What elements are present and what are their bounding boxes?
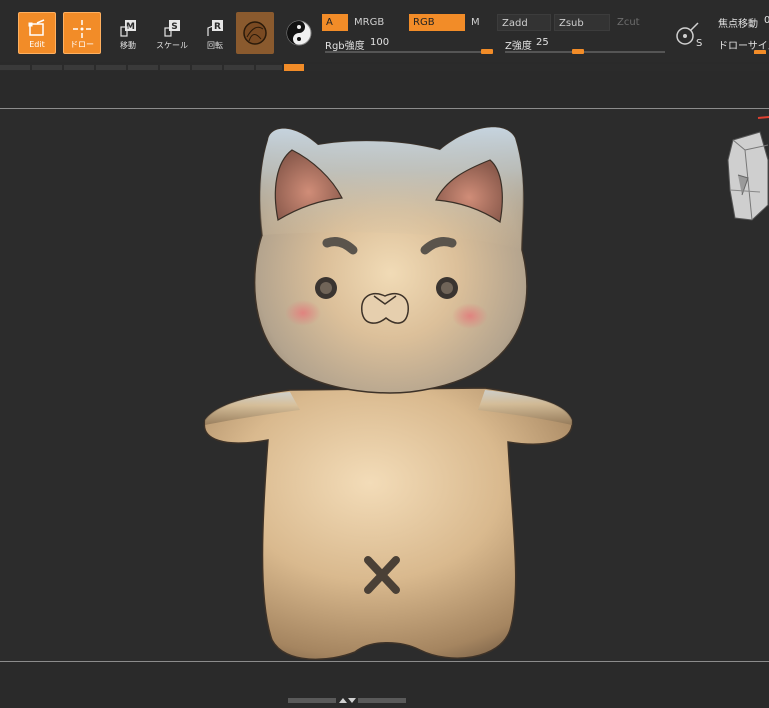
cat-figure-sculpt bbox=[203, 116, 769, 661]
lazymouse-s-icon: S bbox=[676, 22, 702, 49]
move-button[interactable]: M 移動 bbox=[109, 12, 147, 54]
scale-icon: S bbox=[164, 20, 180, 37]
focal-shift-value: 0 bbox=[764, 15, 769, 26]
axis-marker-icon bbox=[757, 116, 769, 119]
svg-text:R: R bbox=[214, 22, 221, 32]
zbrush-app: Edit ドロー M 移動 S スケール R 回転 A MRGB RGB M R… bbox=[0, 0, 769, 708]
rotate-button-label: 回転 bbox=[207, 41, 223, 50]
scale-button-label: スケール bbox=[156, 41, 188, 50]
lazymouse-button[interactable]: S bbox=[672, 18, 706, 52]
rgb-intensity-thumb[interactable] bbox=[481, 49, 493, 54]
draw-button[interactable]: ドロー bbox=[63, 12, 101, 54]
strip-segment bbox=[128, 65, 158, 70]
material-sphere-icon bbox=[243, 21, 267, 45]
canvas-bottom-border bbox=[0, 661, 769, 662]
svg-text:S: S bbox=[171, 22, 177, 32]
zadd-mode-toggle[interactable]: Zadd bbox=[497, 14, 551, 31]
strip-segment bbox=[192, 65, 222, 70]
draw-size-slider[interactable]: ドローサイズ bbox=[714, 34, 769, 54]
edit-icon bbox=[28, 19, 45, 36]
svg-text:S: S bbox=[696, 38, 702, 49]
m-mode-toggle[interactable]: M bbox=[467, 14, 493, 31]
rgb-intensity-value: 100 bbox=[370, 37, 390, 48]
strip-segment bbox=[0, 65, 30, 70]
viewport-canvas[interactable] bbox=[0, 109, 769, 661]
zcut-mode-toggle[interactable]: Zcut bbox=[613, 14, 667, 31]
material-button[interactable] bbox=[236, 12, 274, 54]
bottom-shelf bbox=[0, 695, 769, 708]
focal-shift-slider[interactable]: 焦点移動 0 bbox=[714, 13, 769, 31]
draw-size-thumb[interactable] bbox=[754, 50, 766, 54]
strip-segment bbox=[256, 65, 282, 70]
a-mode-toggle[interactable]: A bbox=[322, 14, 348, 31]
texture-swirl-icon bbox=[286, 20, 312, 46]
edit-button[interactable]: Edit bbox=[18, 12, 56, 54]
focal-shift-label: 焦点移動 bbox=[718, 19, 758, 30]
z-intensity-track bbox=[505, 51, 665, 53]
z-intensity-thumb[interactable] bbox=[571, 49, 584, 54]
edit-button-label: Edit bbox=[29, 40, 45, 49]
move-icon: M bbox=[120, 20, 136, 37]
strip-segment bbox=[160, 65, 190, 70]
zsub-mode-toggle[interactable]: Zsub bbox=[554, 14, 610, 31]
strip-segment bbox=[32, 65, 62, 70]
rgb-intensity-slider[interactable]: Rgb強度 100 bbox=[322, 34, 494, 54]
draw-icon bbox=[73, 20, 91, 38]
head-navigation-icon[interactable] bbox=[727, 131, 769, 221]
strip-segment bbox=[96, 65, 126, 70]
rgb-intensity-track bbox=[325, 51, 493, 53]
strip-active-indicator bbox=[284, 64, 304, 71]
strip-segment bbox=[64, 65, 94, 70]
draw-button-label: ドロー bbox=[70, 40, 94, 49]
top-toolbar: Edit ドロー M 移動 S スケール R 回転 A MRGB RGB M R… bbox=[0, 0, 769, 62]
rgb-intensity-label: Rgb強度 bbox=[325, 41, 365, 52]
rotate-icon: R bbox=[207, 20, 223, 36]
z-intensity-label: Z強度 bbox=[505, 41, 532, 52]
scale-button[interactable]: S スケール bbox=[153, 12, 191, 54]
rgb-mode-toggle[interactable]: RGB bbox=[409, 14, 465, 31]
mrgb-mode-toggle[interactable]: MRGB bbox=[350, 14, 406, 31]
tool-progress-strip bbox=[0, 64, 769, 71]
rotate-button[interactable]: R 回転 bbox=[196, 12, 234, 54]
strip-segment bbox=[224, 65, 254, 70]
z-intensity-value: 25 bbox=[536, 37, 549, 48]
texture-button[interactable] bbox=[280, 12, 318, 54]
z-intensity-slider[interactable]: Z強度 25 bbox=[502, 34, 666, 54]
move-button-label: 移動 bbox=[120, 41, 136, 50]
collapse-arrows-icon[interactable] bbox=[288, 696, 406, 705]
